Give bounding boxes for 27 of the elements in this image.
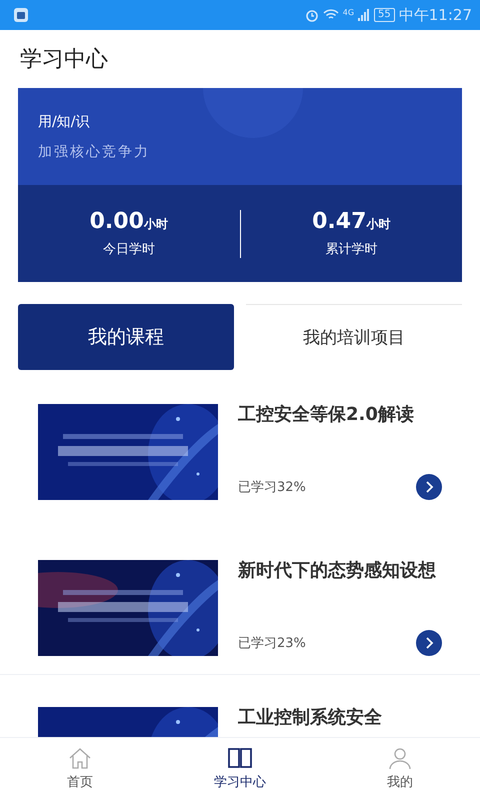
home-icon (68, 747, 92, 769)
page-title: 学习中心 (20, 46, 108, 74)
progress-text: 已学习23% (238, 635, 306, 652)
signal-icon (358, 9, 370, 21)
banner-slogan: 加强核心竞争力 (38, 142, 151, 160)
chevron-right-icon[interactable] (416, 630, 442, 656)
banner-tagline: 用/知/识 (38, 112, 90, 130)
progress-text: 已学习32% (238, 479, 306, 496)
stat-unit: 小时 (366, 217, 390, 231)
stat-value: 0.47 (312, 209, 366, 234)
alarm-icon (304, 8, 319, 22)
course-title[interactable]: 工控安全等保2.0解读 (238, 404, 442, 425)
course-title[interactable]: 工业控制系统安全 (238, 707, 442, 728)
battery-level: 55 (374, 8, 395, 22)
network-type: 4G (342, 8, 354, 16)
wifi-icon (322, 9, 339, 21)
clock-time: 中午11:27 (398, 6, 472, 24)
book-icon (228, 747, 252, 769)
person-icon (388, 747, 412, 769)
course-title[interactable]: 新时代下的态势感知设想 (238, 560, 442, 581)
chevron-right-icon[interactable] (416, 474, 442, 500)
stat-label: 累计学时 (325, 241, 378, 258)
tab[interactable]: 我的课程 (18, 304, 234, 370)
app-icon (14, 8, 28, 22)
stat-value: 0.00 (90, 209, 144, 234)
stat-unit: 小时 (144, 217, 168, 231)
stat-label: 今日学时 (102, 241, 155, 258)
